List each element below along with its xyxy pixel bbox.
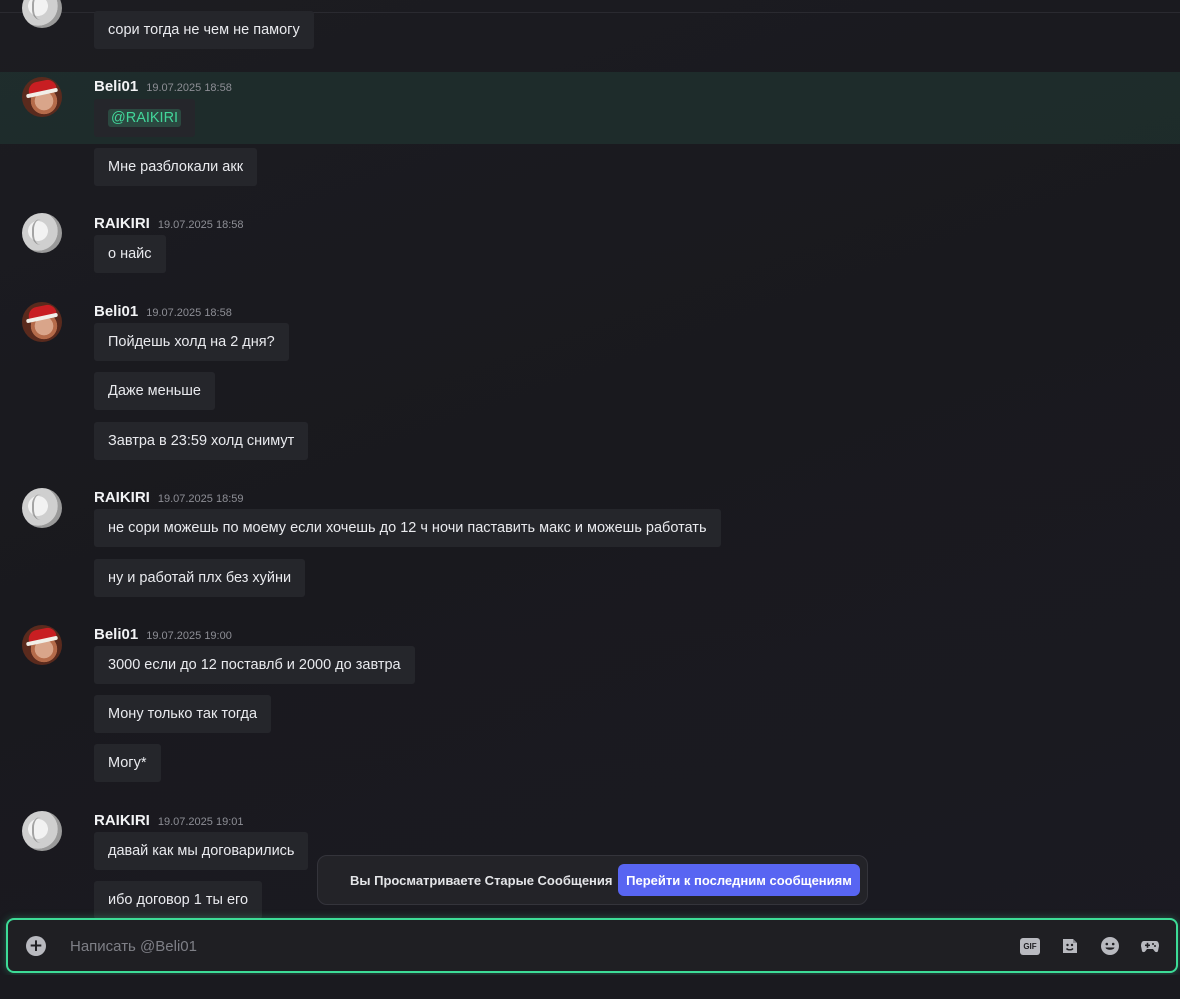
avatar[interactable] [22, 488, 62, 528]
message-header: Beli01 19.07.2025 19:00 [94, 626, 232, 643]
message-header: RAIKIRI 19.07.2025 18:58 [94, 215, 243, 232]
avatar[interactable] [22, 0, 62, 28]
timestamp: 19.07.2025 18:58 [146, 307, 232, 319]
avatar[interactable] [22, 625, 62, 665]
message-text: Завтра в 23:59 холд снимут [94, 422, 309, 460]
message-header: Beli01 19.07.2025 18:58 [94, 78, 232, 95]
message-composer: + GIF [6, 918, 1178, 973]
message-text: ибо договор 1 ты его [94, 881, 263, 918]
username[interactable]: Beli01 [94, 78, 138, 95]
user-mention[interactable]: @RAIKIRI [108, 109, 182, 127]
message-header: Beli01 19.07.2025 18:58 [94, 303, 232, 320]
avatar[interactable] [22, 213, 62, 253]
message-text: давай как мы договарились [94, 832, 309, 870]
timestamp: 19.07.2025 18:58 [157, 219, 244, 231]
message-header: RAIKIRI 19.07.2025 18:59 [94, 489, 243, 506]
message-text: о найс [94, 235, 166, 273]
timestamp: 19.07.2025 18:58 [146, 82, 232, 94]
game-controller-icon[interactable] [1140, 936, 1160, 956]
message-input[interactable] [70, 930, 970, 962]
message-text: не сори можешь по моему если хочешь до 1… [94, 509, 721, 547]
avatar[interactable] [22, 811, 62, 851]
message-text: ну и работай плх без хуйни [94, 559, 306, 597]
message-list[interactable]: сори тогда не чем не памогу Beli01 19.07… [0, 0, 1180, 918]
message-text: @RAIKIRI [94, 99, 196, 137]
message-text: Даже меньше [94, 372, 215, 410]
timestamp: 19.07.2025 19:00 [146, 630, 232, 642]
message-text: 3000 если до 12 поставлб и 2000 до завтр… [94, 646, 415, 684]
message-header: RAIKIRI 19.07.2025 19:01 [94, 812, 243, 829]
username[interactable]: Beli01 [94, 303, 138, 320]
message-text: сори тогда не чем не памогу [94, 11, 314, 49]
message-text: Мне разблокали акк [94, 148, 258, 186]
bottom-strip [0, 975, 1180, 999]
timestamp: 19.07.2025 19:01 [157, 816, 244, 828]
sticker-icon[interactable] [1060, 936, 1080, 956]
username[interactable]: Beli01 [94, 626, 138, 643]
timestamp: 19.07.2025 18:59 [157, 493, 244, 505]
message-text: Могу* [94, 744, 161, 782]
gif-icon[interactable]: GIF [1020, 938, 1040, 955]
jump-to-present-button[interactable]: Перейти к последним сообщениям [618, 864, 860, 896]
emoji-icon[interactable] [1100, 936, 1120, 956]
viewing-old-messages-bar: Вы Просматриваете Старые Сообщения Перей… [317, 855, 868, 905]
message-text: Пойдешь холд на 2 дня? [94, 323, 289, 361]
avatar[interactable] [22, 77, 62, 117]
old-messages-notice: Вы Просматриваете Старые Сообщения [350, 872, 613, 888]
avatar[interactable] [22, 302, 62, 342]
username[interactable]: RAIKIRI [94, 215, 150, 232]
username[interactable]: RAIKIRI [94, 812, 150, 829]
username[interactable]: RAIKIRI [94, 489, 150, 506]
message-text: Мону только так тогда [94, 695, 272, 733]
plus-circle-icon[interactable]: + [26, 936, 46, 956]
